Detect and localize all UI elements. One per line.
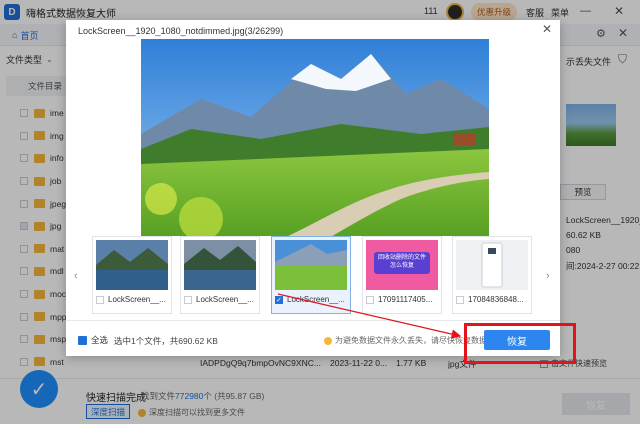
thumbnail-image bbox=[456, 240, 528, 290]
thumbnail-item[interactable]: LockScreen__... bbox=[180, 236, 260, 314]
thumbnail-item[interactable]: LockScreen__... bbox=[92, 236, 172, 314]
next-arrow-icon[interactable]: › bbox=[546, 270, 550, 282]
mountain-image bbox=[275, 240, 347, 290]
lake-image bbox=[184, 240, 256, 290]
thumbnail-label: 17084836848... bbox=[468, 295, 524, 304]
thumbnail-item-selected[interactable]: ✓ LockScreen__... bbox=[271, 236, 351, 314]
checkbox[interactable] bbox=[184, 295, 192, 304]
image-preview-dialog: LockScreen__1920_1080_notdimmed.jpg(3/26… bbox=[66, 20, 560, 356]
thumbnail-label: 17091117405... bbox=[378, 295, 433, 304]
checkbox-checked[interactable]: ✓ bbox=[275, 295, 283, 304]
thumbnail-label: LockScreen__... bbox=[287, 295, 345, 304]
poster-text: 回收站删除的文件怎么恢复 bbox=[377, 255, 426, 269]
thumbnail-image bbox=[96, 240, 168, 290]
data-loss-warning: 为避免数据文件永久丢失，请尽快恢复数据 bbox=[324, 335, 487, 346]
annotation-highlight-box bbox=[464, 323, 576, 364]
select-all-checkbox[interactable]: 全选 bbox=[78, 334, 108, 346]
checkbox[interactable] bbox=[456, 295, 464, 304]
select-all-label: 全选 bbox=[91, 335, 109, 345]
warning-icon bbox=[324, 336, 332, 345]
thumbnail-strip: ‹ › LockScreen__... LockScreen__... ✓ Loc… bbox=[66, 236, 560, 316]
thumbnail-image bbox=[275, 240, 347, 290]
main-preview-image bbox=[141, 39, 489, 252]
thumbnail-image: 回收站删除的文件怎么恢复 bbox=[366, 240, 438, 290]
dialog-close-icon[interactable]: ✕ bbox=[542, 22, 552, 36]
checkbox-checked[interactable] bbox=[78, 335, 87, 345]
prev-arrow-icon[interactable]: ‹ bbox=[74, 270, 78, 282]
checkbox[interactable] bbox=[366, 295, 374, 304]
checkbox[interactable] bbox=[96, 295, 104, 304]
thumbnail-item[interactable]: 17084836848... bbox=[452, 236, 532, 314]
dialog-title: LockScreen__1920_1080_notdimmed.jpg(3/26… bbox=[78, 26, 284, 36]
thumbnail-label: LockScreen__... bbox=[108, 295, 166, 304]
mountain-landscape-image bbox=[141, 39, 489, 252]
selection-summary: 选中1个文件，共690.62 KB bbox=[114, 336, 218, 346]
thumbnail-item[interactable]: 回收站删除的文件怎么恢复 17091117405... bbox=[362, 236, 442, 314]
thumbnail-label: LockScreen__... bbox=[196, 295, 254, 304]
lake-image bbox=[96, 240, 168, 290]
thumbnail-image bbox=[184, 240, 256, 290]
phone-screenshot-image bbox=[456, 240, 528, 290]
